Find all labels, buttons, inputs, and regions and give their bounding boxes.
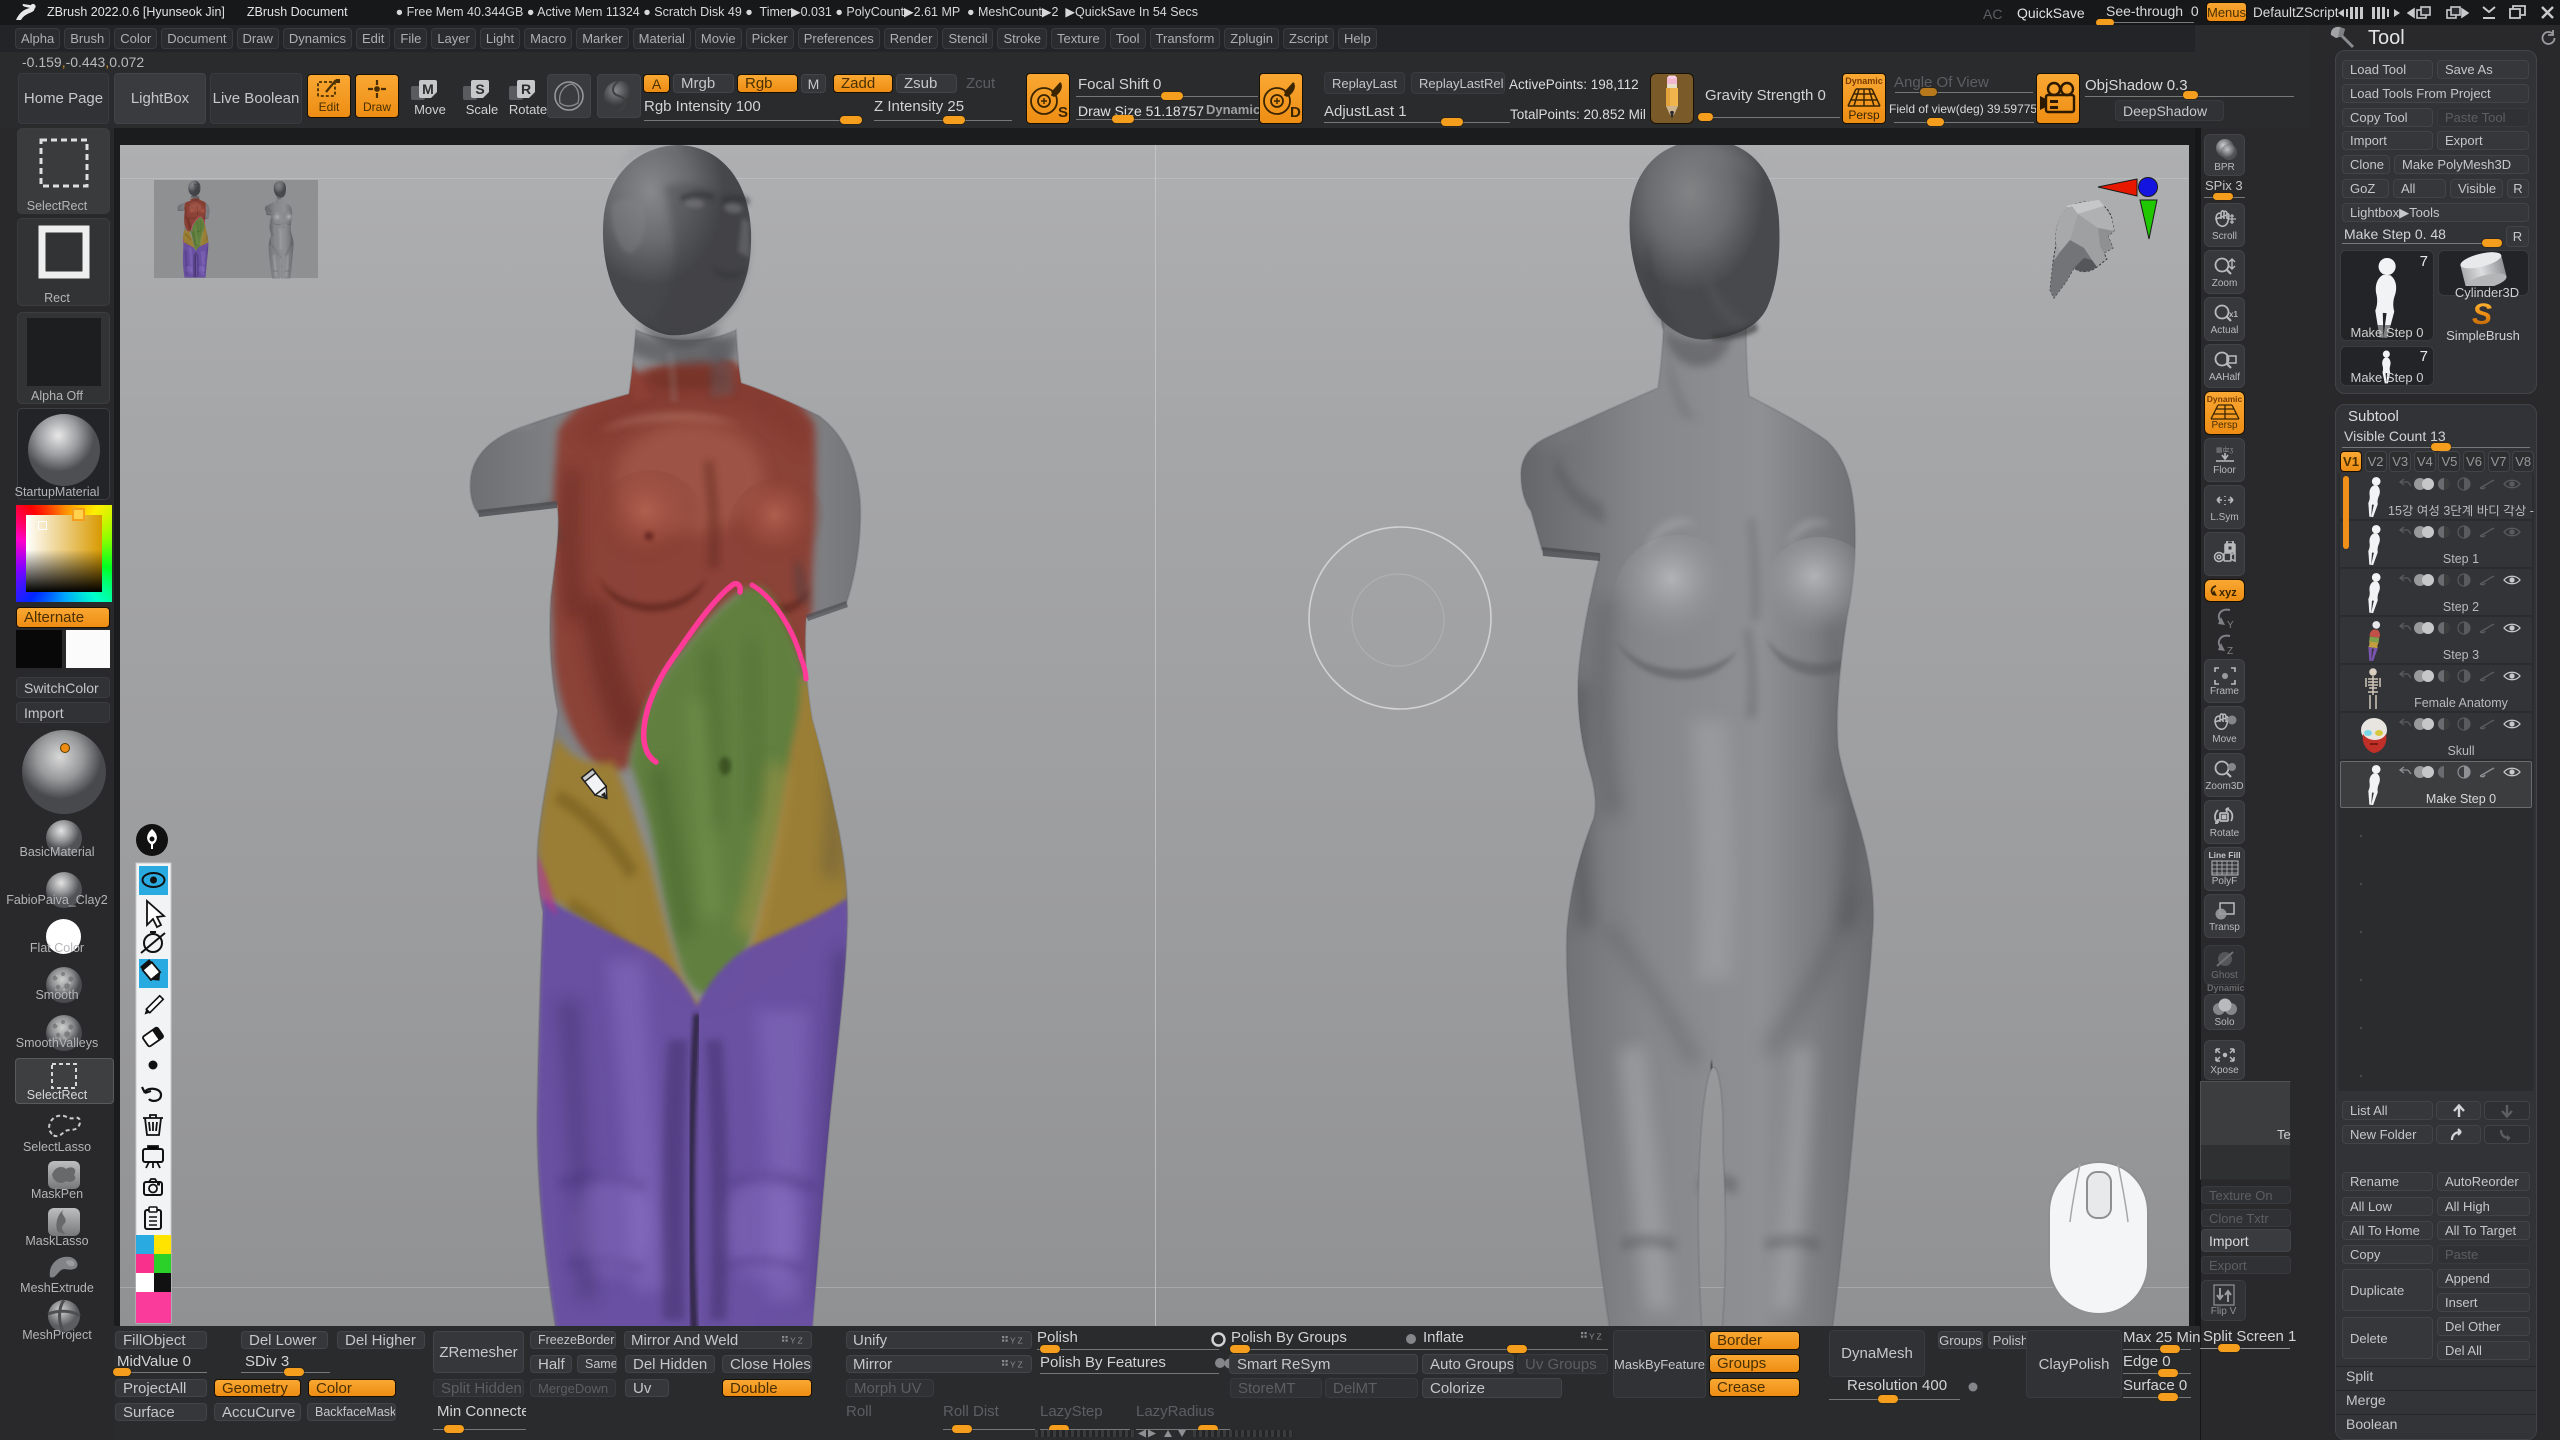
svg-text:Y: Y (1010, 1336, 1016, 1346)
svg-text:Z: Z (1018, 1336, 1023, 1346)
svg-text:M: M (422, 81, 434, 97)
svg-text:S: S (475, 81, 484, 97)
svg-text:▦ʣʒ: ▦ʣʒ (2216, 447, 2233, 454)
svg-text:S: S (2472, 298, 2492, 330)
svg-text:Z: Z (2227, 646, 2233, 656)
svg-text:Y: Y (1010, 1360, 1016, 1370)
svg-text:D: D (1290, 104, 1301, 121)
svg-text:S: S (1058, 104, 1068, 121)
svg-text:Y: Y (2227, 620, 2234, 630)
svg-text:Y: Y (790, 1336, 796, 1346)
svg-text:Z: Z (798, 1336, 803, 1346)
svg-text:R: R (521, 81, 531, 97)
svg-text:Y: Y (1589, 1332, 1595, 1342)
svg-text:xyz: xyz (2219, 587, 2237, 599)
svg-text:Z: Z (1018, 1360, 1023, 1370)
svg-text:Z: Z (1597, 1332, 1602, 1342)
svg-text:x1: x1 (2229, 310, 2238, 319)
